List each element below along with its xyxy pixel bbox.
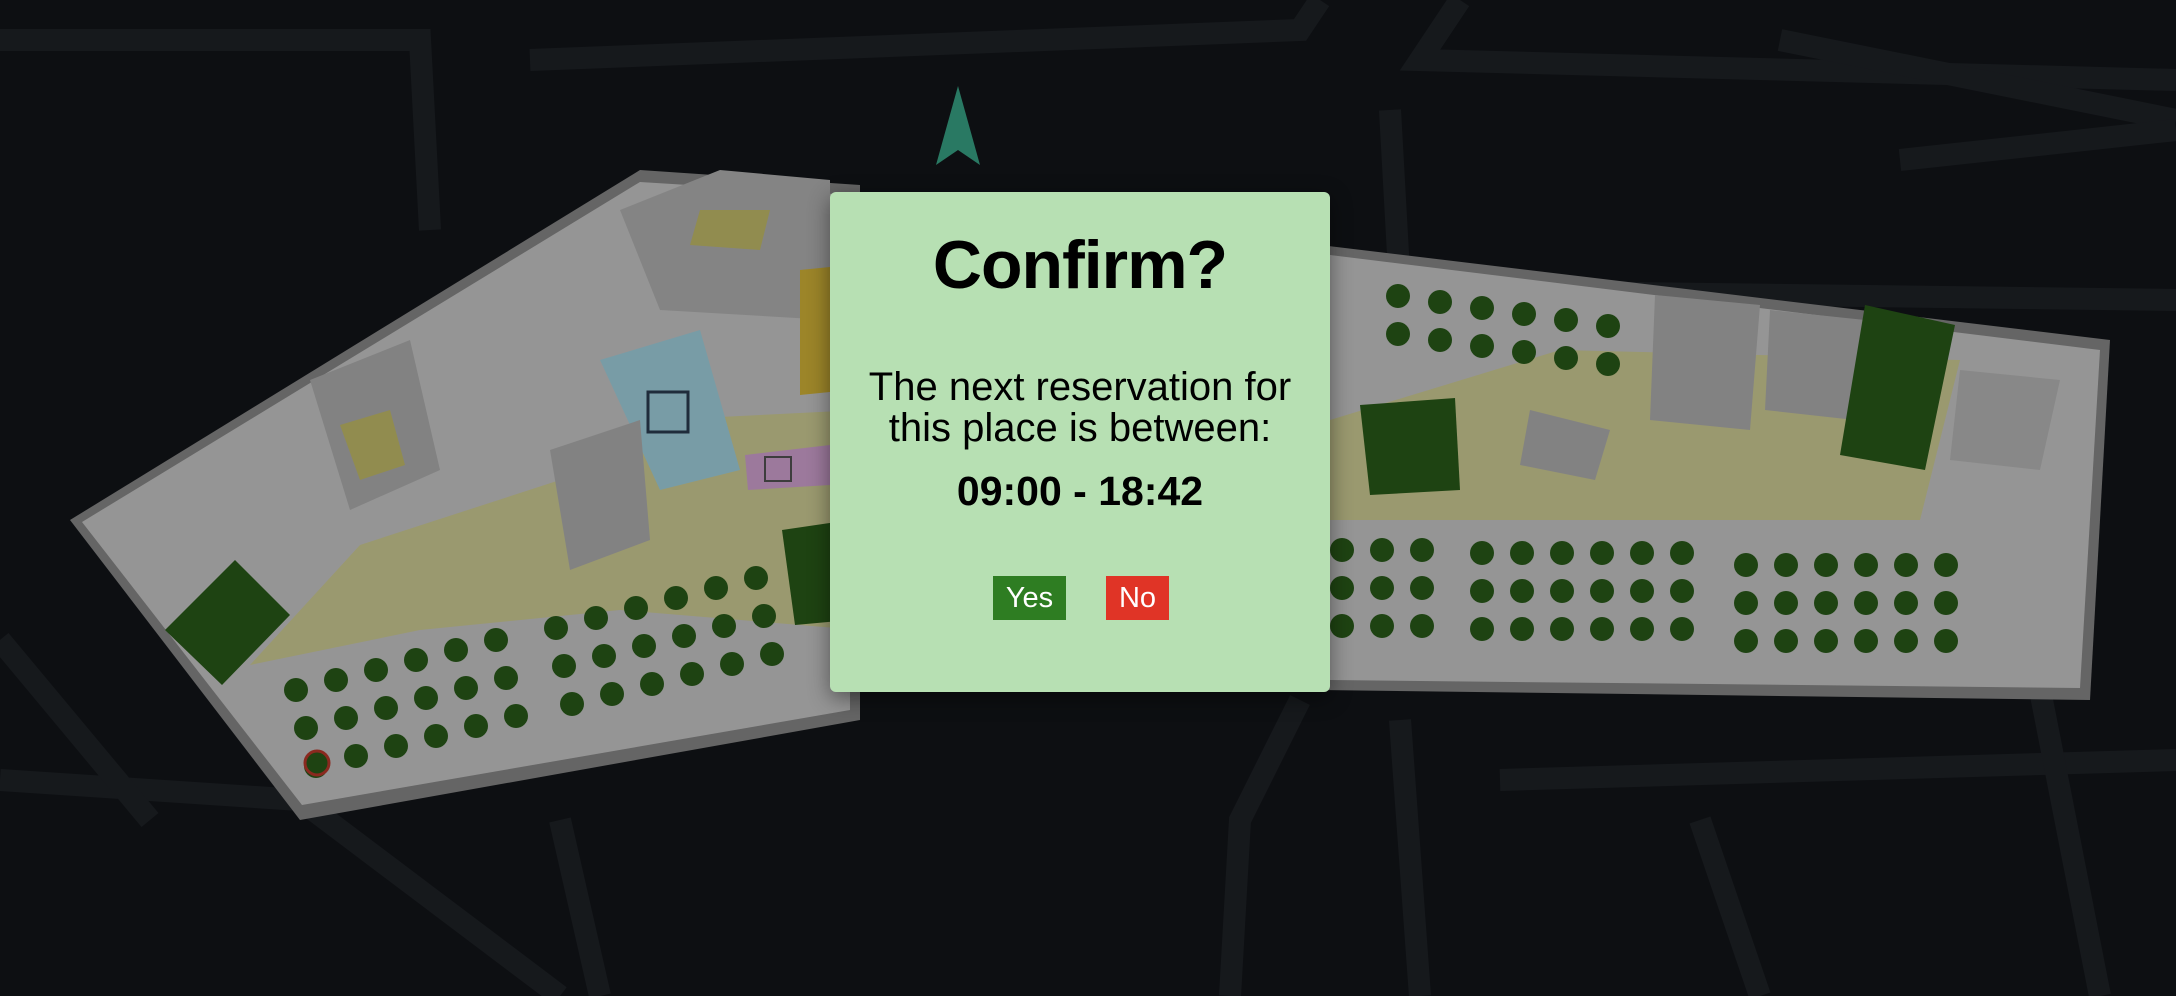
confirm-dialog: Confirm? The next reservation for this p… [830, 192, 1330, 692]
yes-button[interactable]: Yes [993, 576, 1066, 620]
reservation-time-range: 09:00 - 18:42 [956, 468, 1204, 514]
dialog-title: Confirm? [932, 227, 1228, 303]
dialog-message: The next reservation for this place is b… [868, 365, 1292, 450]
no-button[interactable]: No [1106, 576, 1169, 620]
floor-plan-screen: Confirm? The next reservation for this p… [0, 0, 2176, 996]
